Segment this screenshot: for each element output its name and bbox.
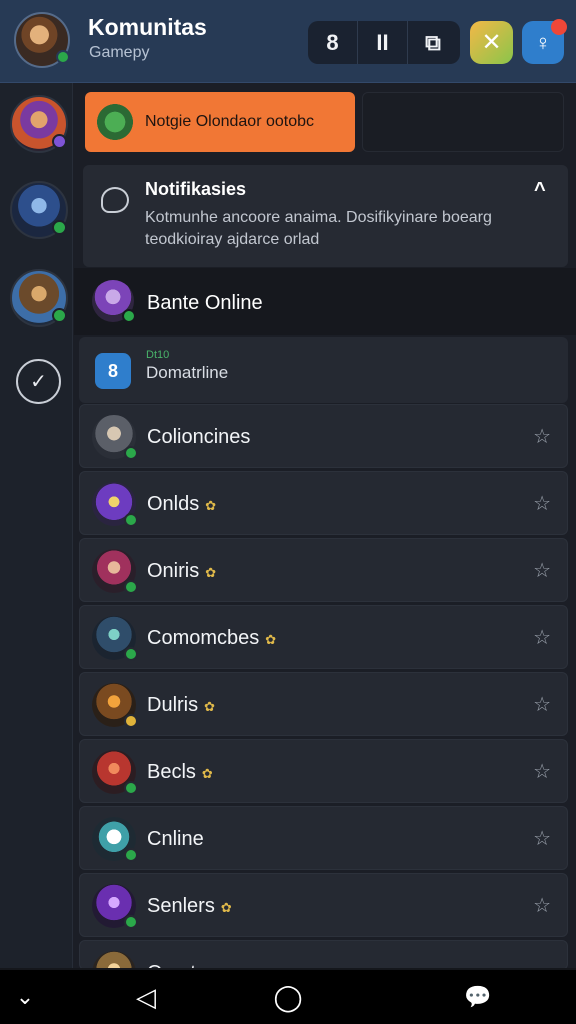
star-icon[interactable]: ☆ — [533, 893, 551, 918]
star-icon[interactable]: ☆ — [533, 759, 551, 784]
member-name-text: Comomcbes — [147, 627, 260, 649]
star-icon[interactable]: ☆ — [533, 424, 551, 449]
channel-row[interactable]: 8 Dt10 Domatrline — [79, 337, 568, 403]
home-icon[interactable]: ◯ — [272, 980, 304, 1014]
member-avatar — [92, 817, 138, 862]
member-name-text: Oniris — [147, 560, 200, 582]
member-name: Oniris ✿ — [147, 560, 216, 583]
member-emoji-icon: ✿ — [201, 766, 213, 781]
member-name: Senlers ✿ — [147, 895, 232, 918]
member-avatar — [92, 482, 138, 527]
channel-count: Dt10 — [146, 349, 170, 361]
member-emoji-icon: ✿ — [265, 632, 277, 647]
member-name: Dulris ✿ — [147, 694, 215, 717]
game-logo-icon — [97, 104, 133, 140]
online-status-dot — [122, 309, 136, 323]
community-avatar[interactable] — [14, 12, 70, 68]
collapse-caret-icon[interactable]: ^ — [534, 179, 546, 202]
back-icon[interactable]: ◁ — [130, 980, 162, 1014]
notification-card[interactable]: Notifikasies Kotmunhe ancoore anaima. Do… — [83, 165, 568, 267]
member-name: Cnline — [147, 828, 204, 851]
member-avatar — [92, 683, 138, 728]
member-name-text: Colioncines — [147, 426, 251, 448]
member-status-dot — [124, 781, 138, 795]
star-icon[interactable]: ☆ — [533, 692, 551, 717]
member-name: Becls ✿ — [147, 761, 213, 784]
member-emoji-icon: ✿ — [204, 699, 216, 714]
member-emoji-icon: ✿ — [205, 565, 217, 580]
banner-text: Notgie Olondaor ootobc — [145, 113, 314, 130]
promo-banner[interactable]: Notgie Olondaor ootobc — [85, 92, 355, 152]
notification-badge — [551, 19, 567, 35]
server-avatar-warrior[interactable] — [10, 269, 68, 327]
notification-title: Notifikasies — [145, 179, 247, 199]
member-row[interactable]: Comomcbes ✿ ☆ — [79, 605, 568, 669]
member-row[interactable]: Senlers ✿ ☆ — [79, 873, 568, 937]
chat-icon[interactable]: 💬 — [462, 980, 494, 1014]
member-name-text: Dulris — [147, 694, 199, 716]
member-name: Colioncines — [147, 426, 250, 449]
chat-bubble-icon — [101, 187, 129, 213]
server-status-dot — [52, 220, 67, 235]
server-avatar-blue[interactable] — [10, 181, 68, 239]
channel-label: Domatrline — [146, 363, 229, 382]
online-section-header[interactable]: Bante Online — [74, 268, 576, 335]
server-status-dot — [52, 308, 67, 323]
app-switcher-icon[interactable]: ✕ — [470, 21, 513, 64]
header-toolbar: 8 ΙΙ ⧉ — [308, 21, 460, 64]
system-nav-bar: ⌄ ◁ ◯ 💬 — [0, 970, 576, 1024]
online-section-label: Bante Online — [147, 292, 263, 314]
member-name-text: Onlds — [147, 493, 200, 515]
member-status-dot — [124, 446, 138, 460]
member-name-text: Senlers — [147, 895, 215, 917]
server-rail: ✓ — [0, 83, 73, 970]
window-icon[interactable]: ⧉ — [408, 21, 458, 64]
chevron-down-icon[interactable]: ⌄ — [14, 980, 36, 1014]
page-title: Komunitas — [88, 14, 207, 40]
online-avatar — [92, 280, 136, 323]
check-icon[interactable]: ✓ — [16, 359, 61, 404]
member-avatar — [92, 750, 138, 795]
online-status-dot — [56, 50, 70, 64]
member-row[interactable]: Ocrnte✿ — [79, 940, 568, 996]
group-icon[interactable]: 8 — [308, 21, 358, 64]
star-icon[interactable]: ☆ — [533, 625, 551, 650]
member-status-dot — [124, 915, 138, 929]
member-status-dot — [124, 848, 138, 862]
pin-icon[interactable]: ΙΙ — [358, 21, 408, 64]
member-status-dot — [124, 513, 138, 527]
member-avatar — [92, 616, 138, 661]
member-avatar — [92, 884, 138, 929]
server-status-dot — [52, 134, 67, 149]
member-name: Comomcbes ✿ — [147, 627, 276, 650]
server-avatar-purple[interactable] — [10, 95, 68, 153]
community-app: Komunitas Gamepy 8 ΙΙ ⧉ ✕ ♀ ✓ Notgie Olo… — [0, 0, 576, 1024]
member-status-dot — [124, 714, 138, 728]
member-row[interactable]: Dulris ✿ ☆ — [79, 672, 568, 736]
member-row[interactable]: Becls ✿ ☆ — [79, 739, 568, 803]
member-status-dot — [124, 580, 138, 594]
member-emoji-icon: ✿ — [220, 900, 232, 915]
app-header: Komunitas Gamepy 8 ΙΙ ⧉ ✕ ♀ — [0, 0, 576, 83]
star-icon[interactable]: ☆ — [533, 826, 551, 851]
star-icon[interactable]: ☆ — [533, 558, 551, 583]
member-row[interactable]: Onlds ✿ ☆ — [79, 471, 568, 535]
member-name-text: Cnline — [147, 828, 204, 850]
member-row[interactable]: Colioncines ☆ — [79, 404, 568, 468]
member-emoji-icon: ✿ — [205, 498, 217, 513]
star-icon[interactable]: ☆ — [533, 491, 551, 516]
channel-icon: 8 — [95, 353, 131, 389]
member-avatar — [92, 549, 138, 594]
notification-body: Kotmunhe ancoore anaima. Dosifikyinare b… — [145, 209, 492, 248]
member-name-text: Becls — [147, 761, 196, 783]
member-status-dot — [124, 647, 138, 661]
banner-placeholder — [362, 92, 564, 152]
member-row[interactable]: Cnline ☆ — [79, 806, 568, 870]
member-name: Onlds ✿ — [147, 493, 216, 516]
member-row[interactable]: Oniris ✿ ☆ — [79, 538, 568, 602]
member-avatar — [92, 415, 138, 460]
page-subtitle: Gamepy — [89, 44, 150, 61]
